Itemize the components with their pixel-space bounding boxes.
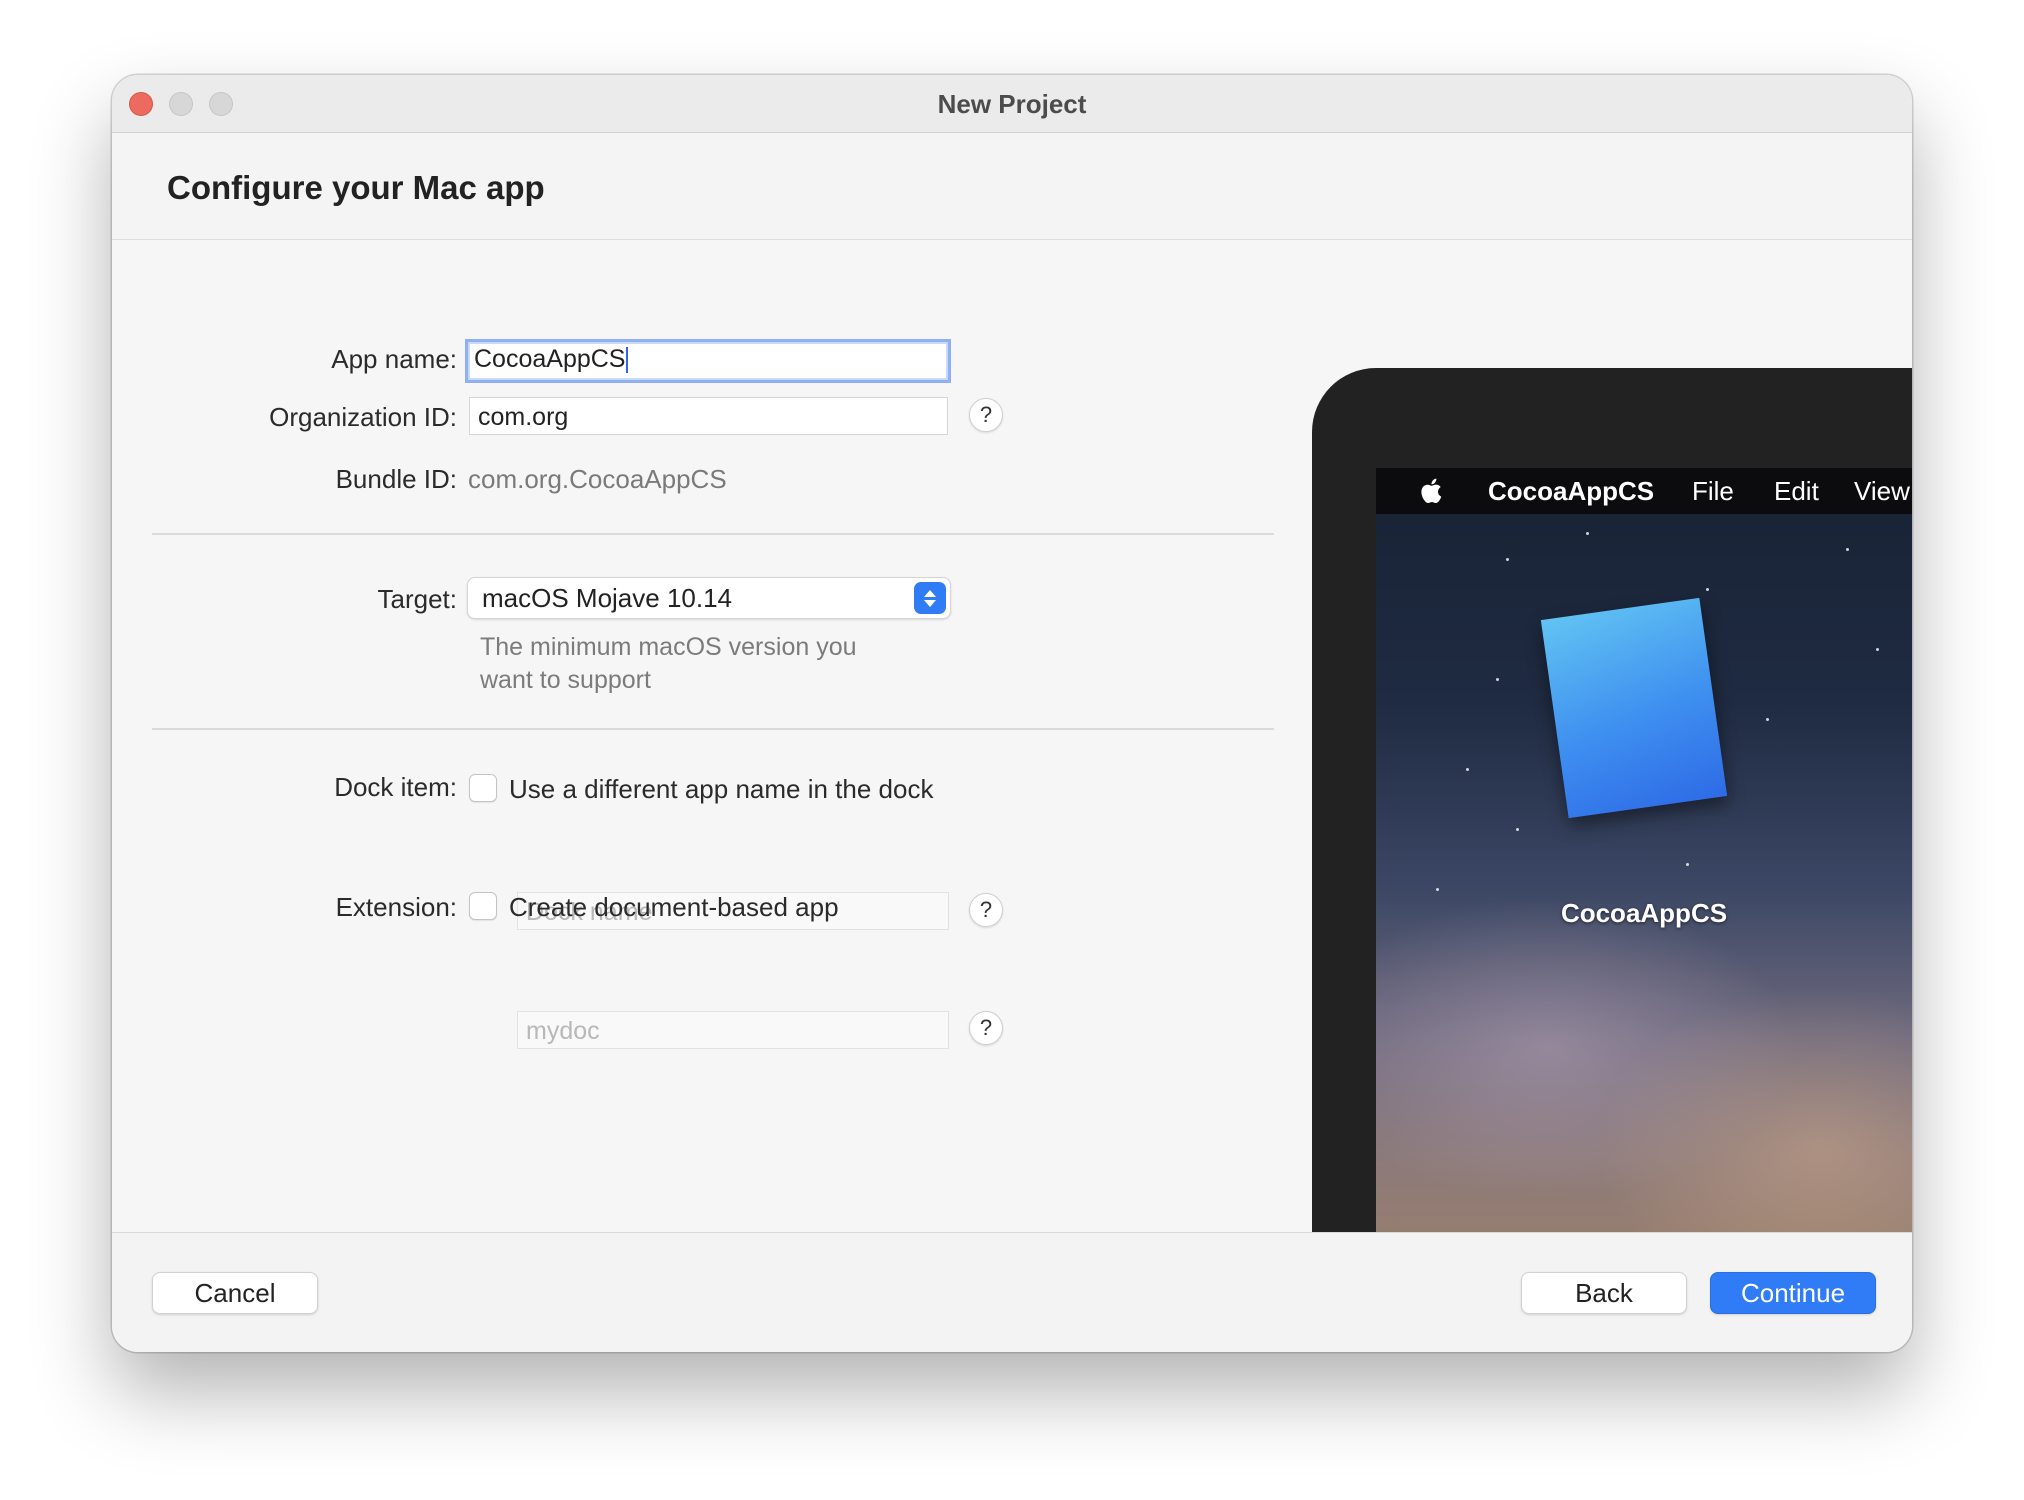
target-hint: The minimum macOS version you want to su… [480,633,857,694]
extension-label: Extension: [335,892,457,922]
preview-menubar: CocoaAppCS File Edit View [1376,468,1912,514]
bundle-id-value: com.org.CocoaAppCS [468,464,727,494]
popup-chevrons-icon [914,582,946,614]
extension-field[interactable]: mydoc [517,1011,949,1049]
window-title: New Project [937,89,1087,119]
cancel-button[interactable]: Cancel [152,1272,318,1314]
apple-logo-icon [1421,478,1442,503]
footer: Cancel Back Continue [112,1232,1912,1352]
org-id-value: com.org [478,403,569,431]
org-id-field[interactable]: com.org [469,397,948,435]
continue-button[interactable]: Continue [1710,1272,1876,1314]
app-name-field[interactable]: CocoaAppCS [465,339,951,383]
preview-app-name: CocoaAppCS [1560,898,1728,928]
preview-menu-edit: Edit [1774,476,1819,506]
text-caret [626,347,629,374]
org-id-help-button[interactable]: ? [969,398,1003,432]
preview-screen: CocoaAppCS File Edit View CocoaAppCS [1376,468,1912,1308]
back-button[interactable]: Back [1521,1272,1687,1314]
document-based-checkbox[interactable] [469,892,497,920]
preview-menu-app: CocoaAppCS [1488,476,1655,506]
preview-menu-view: View [1854,476,1910,506]
page-title: Configure your Mac app [167,169,545,206]
app-name-value: CocoaAppCS [474,345,626,373]
bundle-id-label: Bundle ID: [335,464,457,494]
form-content: App name: CocoaAppCS Organization ID: co… [112,240,1912,1308]
target-selected: macOS Mojave 10.14 [482,583,733,613]
page-header: Configure your Mac app [112,133,1912,240]
app-name-label: App name: [331,344,457,374]
divider [152,728,1274,730]
target-popup[interactable]: macOS Mojave 10.14 [467,577,951,619]
target-label: Target: [377,584,458,614]
dock-item-label: Dock item: [334,772,457,802]
title-bar[interactable]: New Project [112,75,1912,133]
extension-placeholder: mydoc [526,1017,600,1045]
org-id-label: Organization ID: [269,402,457,432]
dock-name-checkbox-label[interactable]: Use a different app name in the dock [509,774,933,805]
dock-name-help-button[interactable]: ? [969,893,1003,927]
document-based-checkbox-label[interactable]: Create document-based app [509,892,839,923]
new-project-window: New Project Configure your Mac app App n… [112,75,1912,1352]
dock-name-checkbox[interactable] [469,774,497,802]
preview-menu-file: File [1692,476,1734,506]
extension-help-button[interactable]: ? [969,1011,1003,1045]
mac-preview: CocoaAppCS File Edit View CocoaAppCS [1312,368,1912,1308]
app-document-icon [1540,597,1728,819]
divider [152,533,1274,535]
